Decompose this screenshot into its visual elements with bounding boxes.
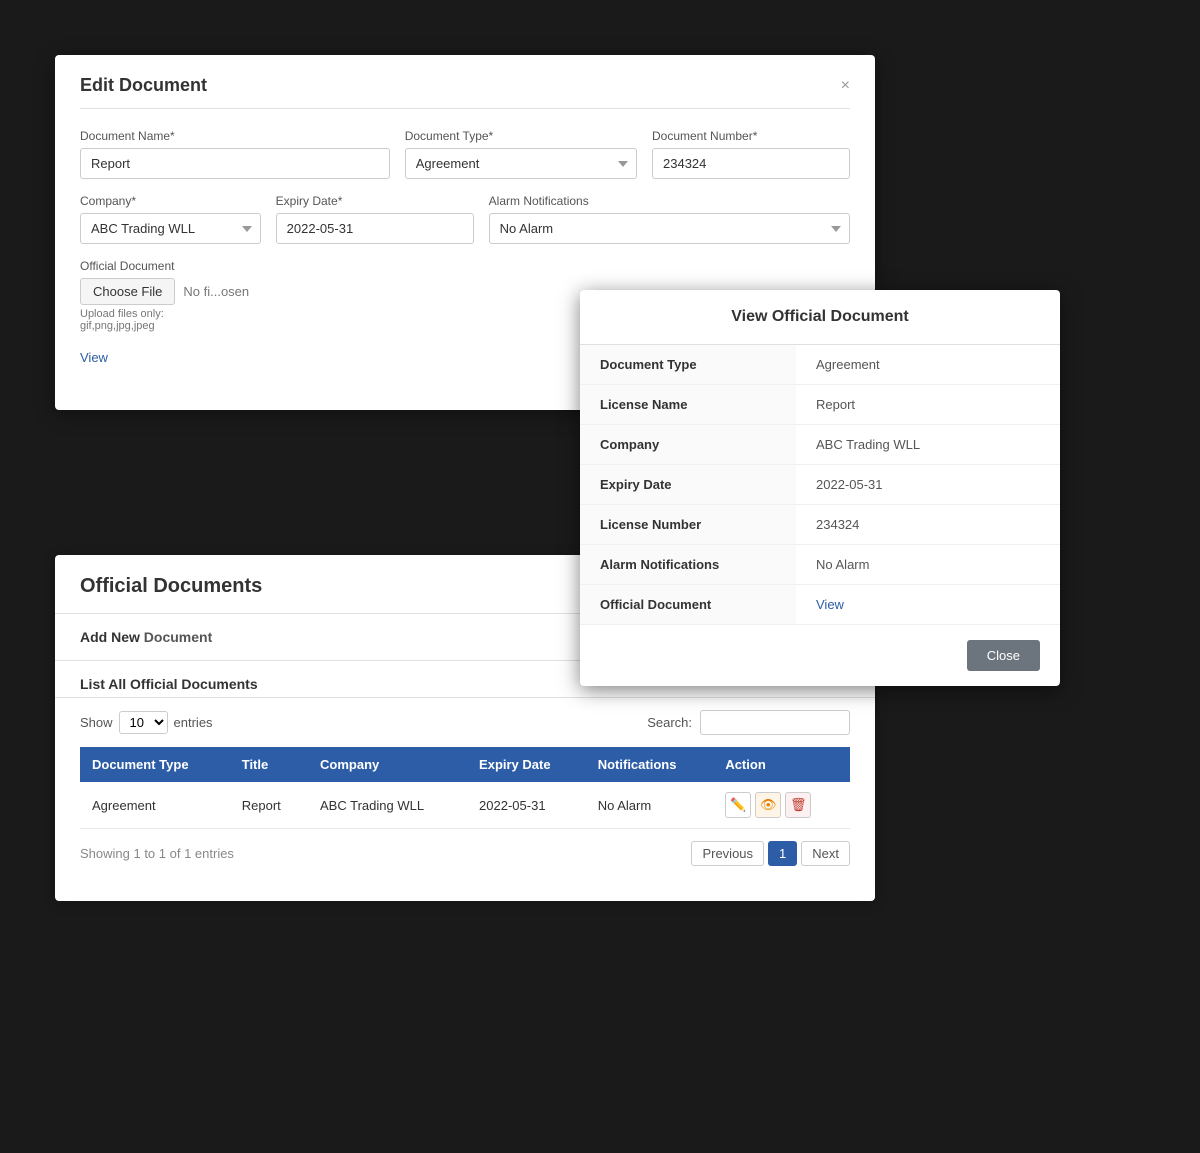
- table-controls: Show 10 25 50 entries Search:: [55, 698, 875, 747]
- company-group: Company* ABC Trading WLL XYZ Corp: [80, 194, 261, 244]
- table-row: Agreement Report ABC Trading WLL 2022-05…: [80, 782, 850, 829]
- expiry-date-input[interactable]: [276, 213, 474, 244]
- edit-button[interactable]: ✏️: [725, 792, 751, 818]
- alarm-notifications-select[interactable]: No Alarm 1 Month Before 2 Months Before: [489, 213, 850, 244]
- view-row-value: Agreement: [796, 345, 1060, 385]
- action-icons: ✏️ 👁 🗑: [725, 792, 838, 818]
- add-new-label: Add New Document: [80, 629, 212, 645]
- document-number-group: Document Number*: [652, 129, 850, 179]
- document-type-label: Document Type*: [405, 129, 637, 143]
- company-select[interactable]: ABC Trading WLL XYZ Corp: [80, 213, 261, 244]
- search-section: Search:: [647, 710, 850, 735]
- view-row-value: View: [796, 585, 1060, 625]
- next-button[interactable]: Next: [801, 841, 850, 866]
- view-row-label: License Number: [580, 505, 796, 545]
- view-row-value: ABC Trading WLL: [796, 425, 1060, 465]
- view-table-row: License Number 234324: [580, 505, 1060, 545]
- search-label: Search:: [647, 715, 692, 730]
- view-row-label: License Name: [580, 385, 796, 425]
- view-table-row: Document Type Agreement: [580, 345, 1060, 385]
- cell-expiry-date: 2022-05-31: [467, 782, 586, 829]
- col-title: Title: [230, 747, 308, 782]
- alarm-notifications-label: Alarm Notifications: [489, 194, 850, 208]
- view-row-value: 234324: [796, 505, 1060, 545]
- modal-title: Edit Document: [80, 75, 207, 96]
- data-table: Document Type Title Company Expiry Date …: [80, 747, 850, 829]
- expiry-date-group: Expiry Date*: [276, 194, 474, 244]
- page-1-button[interactable]: 1: [768, 841, 797, 866]
- view-modal-footer: Close: [580, 625, 1060, 686]
- document-number-label: Document Number*: [652, 129, 850, 143]
- alarm-notifications-group: Alarm Notifications No Alarm 1 Month Bef…: [489, 194, 850, 244]
- col-document-type: Document Type: [80, 747, 230, 782]
- view-row-value: No Alarm: [796, 545, 1060, 585]
- entries-label: entries: [174, 715, 213, 730]
- cell-notifications: No Alarm: [586, 782, 714, 829]
- previous-button[interactable]: Previous: [691, 841, 764, 866]
- col-company: Company: [308, 747, 467, 782]
- search-input[interactable]: [700, 710, 850, 735]
- choose-file-button[interactable]: Choose File: [80, 278, 175, 305]
- show-label: Show: [80, 715, 113, 730]
- col-notifications: Notifications: [586, 747, 714, 782]
- document-type-group: Document Type* Agreement License Contrac…: [405, 129, 637, 179]
- document-name-group: Document Name*: [80, 129, 390, 179]
- file-name-display: No fi...osen: [183, 284, 249, 299]
- view-row-label: Company: [580, 425, 796, 465]
- view-modal-header: View Official Document: [580, 290, 1060, 345]
- cell-company: ABC Trading WLL: [308, 782, 467, 829]
- view-row-label: Alarm Notifications: [580, 545, 796, 585]
- view-row-value: Report: [796, 385, 1060, 425]
- form-row-2: Company* ABC Trading WLL XYZ Corp Expiry…: [80, 194, 850, 244]
- view-table-row: Expiry Date 2022-05-31: [580, 465, 1060, 505]
- view-row-value: 2022-05-31: [796, 465, 1060, 505]
- entries-select[interactable]: 10 25 50: [119, 711, 168, 734]
- official-document-label: Official Document: [80, 259, 850, 273]
- view-table-row: License Name Report: [580, 385, 1060, 425]
- view-button[interactable]: 👁: [755, 792, 781, 818]
- list-all-label: List All Official Documents: [80, 676, 258, 692]
- pagination-controls: Previous 1 Next: [691, 841, 850, 866]
- modal-header: Edit Document ×: [80, 75, 850, 109]
- company-label: Company*: [80, 194, 261, 208]
- show-entries: Show 10 25 50 entries: [80, 711, 213, 734]
- view-row-label: Document Type: [580, 345, 796, 385]
- expiry-date-label: Expiry Date*: [276, 194, 474, 208]
- view-row-label: Expiry Date: [580, 465, 796, 505]
- modal-close-button[interactable]: ×: [841, 77, 850, 95]
- document-number-input[interactable]: [652, 148, 850, 179]
- cell-action: ✏️ 👁 🗑: [713, 782, 850, 829]
- form-row-1: Document Name* Document Type* Agreement …: [80, 129, 850, 179]
- view-official-document-modal: View Official Document Document Type Agr…: [580, 290, 1060, 686]
- document-name-label: Document Name*: [80, 129, 390, 143]
- document-name-input[interactable]: [80, 148, 390, 179]
- view-table: Document Type Agreement License Name Rep…: [580, 345, 1060, 625]
- col-expiry-date: Expiry Date: [467, 747, 586, 782]
- delete-button[interactable]: 🗑: [785, 792, 811, 818]
- view-table-row: Official Document View: [580, 585, 1060, 625]
- view-table-row: Company ABC Trading WLL: [580, 425, 1060, 465]
- pagination-section: Showing 1 to 1 of 1 entries Previous 1 N…: [55, 829, 875, 871]
- view-row-label: Official Document: [580, 585, 796, 625]
- col-action: Action: [713, 747, 850, 782]
- view-table-row: Alarm Notifications No Alarm: [580, 545, 1060, 585]
- close-button[interactable]: Close: [967, 640, 1040, 671]
- document-type-select[interactable]: Agreement License Contract: [405, 148, 637, 179]
- cell-document-type: Agreement: [80, 782, 230, 829]
- showing-text: Showing 1 to 1 of 1 entries: [80, 846, 234, 861]
- cell-title: Report: [230, 782, 308, 829]
- view-doc-link[interactable]: View: [816, 597, 844, 612]
